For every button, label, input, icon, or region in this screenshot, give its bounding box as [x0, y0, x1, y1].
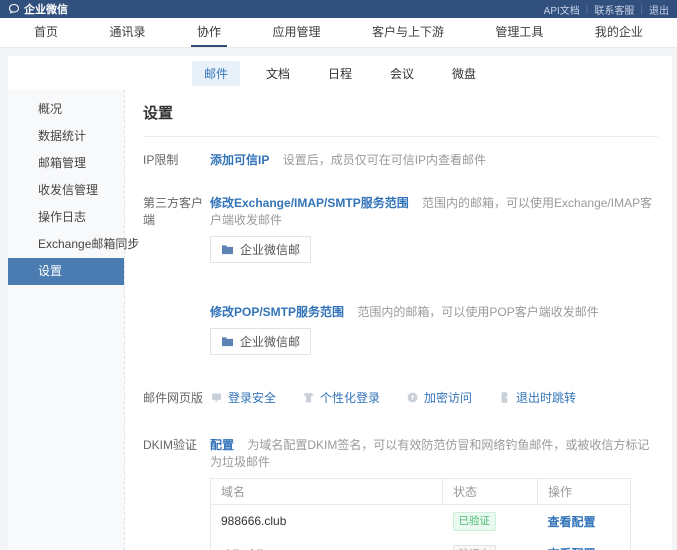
app-logo[interactable]: 企业微信 [8, 1, 68, 17]
nav-item-admin-tools[interactable]: 管理工具 [489, 18, 549, 47]
webmail-label: 邮件网页版 [143, 389, 210, 406]
dkim-table: 域名 状态 操作 988666.club 已验证 查看配置 [210, 478, 631, 550]
col-header-action: 操作 [538, 479, 631, 505]
dkim-config-row: 配置 为域名配置DKIM签名，可以有效防范仿冒和网络钓鱼邮件，或被收信方标记为垃… [210, 436, 658, 470]
content-card: 邮件 文档 日程 会议 微盘 概况 数据统计 邮箱管理 收发信管理 操作日志 E… [8, 56, 672, 550]
tab-drive[interactable]: 微盘 [440, 61, 488, 86]
sidebar-item-exchange-sync[interactable]: Exchange邮箱同步 [8, 231, 124, 258]
encrypted-access-item[interactable]: 加密访问 [406, 389, 472, 406]
dkim-label: DKIM验证 [143, 436, 210, 550]
encrypted-access-label: 加密访问 [424, 389, 472, 406]
tab-calendar[interactable]: 日程 [316, 61, 364, 86]
nav-item-collaboration[interactable]: 协作 [191, 18, 227, 47]
sidebar-item-mailbox-mgmt[interactable]: 邮箱管理 [8, 150, 124, 177]
domain-cell: sjdhgfdk.com [211, 538, 443, 550]
settings-panel: 设置 IP限制 添加可信IP 设置后，成员仅可在可信IP内查看邮件 第三方客户端… [125, 90, 672, 550]
shirt-icon [302, 391, 315, 404]
nav-item-my-company[interactable]: 我的企业 [589, 18, 649, 47]
sidebar-item-statistics[interactable]: 数据统计 [8, 123, 124, 150]
nav-item-customers[interactable]: 客户与上下游 [366, 18, 450, 47]
sidebar-item-settings[interactable]: 设置 [8, 258, 124, 285]
topbar: 企业微信 API文档 | 联系客服 | 退出 [0, 0, 677, 18]
pop-scope-tag[interactable]: 企业微信邮 [210, 328, 311, 355]
main-nav: 首页 通讯录 协作 应用管理 客户与上下游 管理工具 我的企业 [0, 18, 677, 48]
logout-link[interactable]: 退出 [649, 2, 669, 17]
dkim-hint: 为域名配置DKIM签名，可以有效防范仿冒和网络钓鱼邮件，或被收信方标记为垃圾邮件 [210, 438, 649, 469]
sidebar-item-sendrecv-mgmt[interactable]: 收发信管理 [8, 177, 124, 204]
table-row: sjdhgfdk.com 验证中 查看配置 [211, 538, 631, 550]
col-header-domain: 域名 [211, 479, 443, 505]
col-header-status: 状态 [443, 479, 538, 505]
dkim-table-header: 域名 状态 操作 [211, 479, 631, 505]
add-trusted-ip-link[interactable]: 添加可信IP [210, 153, 269, 167]
status-badge-pending: 验证中 [453, 545, 497, 550]
login-security-label: 登录安全 [228, 389, 276, 406]
section-ip-limit: IP限制 添加可信IP 设置后，成员仅可在可信IP内查看邮件 [143, 151, 658, 168]
tab-docs[interactable]: 文档 [254, 61, 302, 86]
shield-icon [210, 391, 223, 404]
folder-icon [221, 336, 234, 347]
ip-limit-hint: 设置后，成员仅可在可信IP内查看邮件 [283, 153, 486, 167]
api-docs-link[interactable]: API文档 [544, 2, 580, 17]
exit-door-icon [498, 391, 511, 404]
dkim-config-link[interactable]: 配置 [210, 438, 234, 452]
nav-item-home[interactable]: 首页 [28, 18, 64, 47]
modify-pop-scope-link[interactable]: 修改POP/SMTP服务范围 [210, 305, 344, 319]
mail-sidebar: 概况 数据统计 邮箱管理 收发信管理 操作日志 Exchange邮箱同步 设置 [8, 90, 125, 550]
personalized-login-label: 个性化登录 [320, 389, 380, 406]
pop-scope-row: 修改POP/SMTP服务范围 范围内的邮箱，可以使用POP客户端收发邮件 [210, 303, 658, 320]
nav-item-apps[interactable]: 应用管理 [266, 18, 326, 47]
separator: | [640, 4, 643, 15]
view-config-link[interactable]: 查看配置 [548, 515, 596, 529]
exchange-scope-row: 修改Exchange/IMAP/SMTP服务范围 范围内的邮箱，可以使用Exch… [210, 194, 658, 228]
exchange-scope-tag-label: 企业微信邮 [240, 241, 300, 258]
lock-icon [406, 391, 419, 404]
third-party-label: 第三方客户端 [143, 194, 210, 355]
tab-meeting[interactable]: 会议 [378, 61, 426, 86]
collab-subtabs: 邮件 文档 日程 会议 微盘 [8, 56, 672, 90]
nav-item-contacts[interactable]: 通讯录 [103, 18, 151, 47]
sidebar-item-operation-log[interactable]: 操作日志 [8, 204, 124, 231]
exchange-scope-tag[interactable]: 企业微信邮 [210, 236, 311, 263]
sidebar-item-overview[interactable]: 概况 [8, 96, 124, 123]
folder-icon [221, 244, 234, 255]
contact-support-link[interactable]: 联系客服 [594, 2, 634, 17]
logout-redirect-item[interactable]: 退出时跳转 [498, 389, 576, 406]
ip-limit-label: IP限制 [143, 151, 210, 168]
page-title: 设置 [143, 102, 658, 137]
pop-scope-tag-label: 企业微信邮 [240, 333, 300, 350]
logout-redirect-label: 退出时跳转 [516, 389, 576, 406]
status-badge-verified: 已验证 [453, 512, 497, 531]
pop-scope-hint: 范围内的邮箱，可以使用POP客户端收发邮件 [357, 305, 598, 319]
table-row: 988666.club 已验证 查看配置 [211, 505, 631, 538]
section-webmail: 邮件网页版 登录安全 个性化登录 加密访问 [143, 389, 658, 406]
separator: | [586, 4, 589, 15]
login-security-item[interactable]: 登录安全 [210, 389, 276, 406]
app-title: 企业微信 [24, 1, 68, 17]
section-dkim: DKIM验证 配置 为域名配置DKIM签名，可以有效防范仿冒和网络钓鱼邮件，或被… [143, 436, 658, 550]
personalized-login-item[interactable]: 个性化登录 [302, 389, 380, 406]
section-third-party: 第三方客户端 修改Exchange/IMAP/SMTP服务范围 范围内的邮箱，可… [143, 194, 658, 355]
tab-mail[interactable]: 邮件 [192, 61, 240, 86]
card-body: 概况 数据统计 邮箱管理 收发信管理 操作日志 Exchange邮箱同步 设置 … [8, 90, 672, 550]
modify-exchange-scope-link[interactable]: 修改Exchange/IMAP/SMTP服务范围 [210, 196, 409, 210]
topbar-links: API文档 | 联系客服 | 退出 [544, 2, 669, 17]
chat-bubble-icon [8, 3, 20, 15]
domain-cell: 988666.club [211, 505, 443, 538]
